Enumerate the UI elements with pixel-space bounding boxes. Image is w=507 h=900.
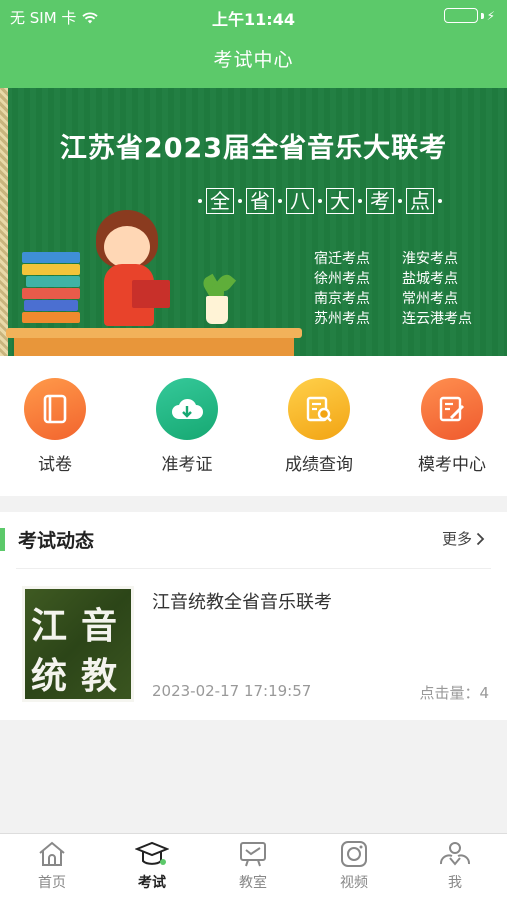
- article-click-count: 点击量：4: [419, 684, 489, 702]
- book-icon: [24, 378, 86, 440]
- banner-subtitle-char: 大: [326, 188, 354, 214]
- tab-label: 我: [448, 875, 462, 891]
- desk-illustration: [6, 328, 302, 338]
- banner-subtitle-char: 点: [406, 188, 434, 214]
- article-date: 2023-02-17 17:19:57: [152, 682, 312, 700]
- banner-subtitle-char: 省: [246, 188, 274, 214]
- tab-me[interactable]: 我: [415, 840, 495, 892]
- tab-classroom[interactable]: 教室: [213, 840, 293, 892]
- home-icon: [39, 841, 65, 866]
- more-link[interactable]: 更多: [442, 528, 485, 549]
- exam-site: 常州考点: [402, 291, 458, 307]
- section-accent-bar: [0, 528, 5, 551]
- exam-site: 连云港考点: [402, 311, 472, 327]
- quick-actions: 试卷 准考证 成绩查询 模考中心: [0, 356, 507, 496]
- exam-site: 徐州考点: [314, 271, 370, 287]
- tab-label: 首页: [38, 875, 66, 891]
- exam-site: 苏州考点: [314, 311, 370, 327]
- profile-icon: [440, 842, 470, 866]
- banner-subtitle: 全 省 八 大 考 点: [198, 188, 442, 214]
- tab-exam[interactable]: 考试: [112, 840, 192, 892]
- quick-action-label: 成绩查询: [285, 455, 353, 475]
- edit-document-icon: [421, 378, 483, 440]
- banner-subtitle-char: 全: [206, 188, 234, 214]
- battery-icon: ⚡: [443, 8, 495, 23]
- tab-video[interactable]: 视频: [314, 840, 394, 892]
- header: 无 SIM 卡 上午11:44 ⚡ 考试中心: [0, 0, 507, 88]
- quick-action-score-query[interactable]: 成绩查询: [264, 378, 374, 475]
- more-label: 更多: [441, 530, 472, 548]
- tab-home[interactable]: 首页: [12, 840, 92, 892]
- clock: 上午11:44: [212, 10, 295, 29]
- page-title: 考试中心: [213, 49, 294, 71]
- tab-label: 考试: [138, 875, 166, 891]
- classroom-icon: [240, 842, 266, 867]
- quick-action-admission-ticket[interactable]: 准考证: [132, 378, 242, 475]
- exam-site: 盐城考点: [402, 271, 458, 287]
- video-icon: [341, 841, 367, 867]
- banner-subtitle-char: 八: [286, 188, 314, 214]
- quick-action-label: 模考中心: [418, 455, 486, 475]
- search-document-icon: [288, 378, 350, 440]
- quick-action-label: 准考证: [161, 455, 213, 475]
- exam-site: 宿迁考点: [314, 251, 370, 267]
- tab-label: 视频: [340, 875, 368, 891]
- chevron-right-icon: [476, 532, 485, 545]
- thumbnail-char: 音: [81, 605, 118, 647]
- article-thumbnail: 江 音 统 教: [22, 586, 134, 702]
- exam-news-section: 考试动态 更多 江 音 统 教 江音统教全省音乐联考 2023-02-17 17…: [0, 512, 507, 720]
- status-bar: 无 SIM 卡 上午11:44 ⚡: [0, 0, 507, 32]
- exam-sites: 宿迁考点 淮安考点 徐州考点 盐城考点 南京考点 常州考点 苏州考点 连云港考点: [314, 250, 492, 328]
- divider: [16, 568, 491, 569]
- banner-subtitle-char: 考: [366, 188, 394, 214]
- bottom-tab-bar: 首页 考试 教室 视频 我: [0, 833, 507, 900]
- quick-action-mock-exam[interactable]: 模考中心: [397, 378, 507, 475]
- graduation-cap-icon: [135, 841, 169, 865]
- exam-site: 南京考点: [314, 291, 370, 307]
- banner-title: 江苏省2023届全省音乐大联考: [59, 133, 448, 164]
- thumbnail-char: 统: [31, 655, 68, 697]
- thumbnail-char: 教: [81, 655, 118, 697]
- section-header: 考试动态 更多: [0, 512, 507, 568]
- promo-banner[interactable]: 江苏省2023届全省音乐大联考 全 省 八 大 考 点 宿迁考点 淮安考点 徐州…: [0, 88, 507, 356]
- article-title: 江音统教全省音乐联考: [152, 592, 332, 613]
- cloud-download-icon: [156, 378, 218, 440]
- news-article[interactable]: 江 音 统 教 江音统教全省音乐联考 2023-02-17 17:19:57 点…: [0, 582, 507, 712]
- thumbnail-char: 江: [31, 605, 68, 647]
- quick-action-label: 试卷: [38, 455, 72, 475]
- tab-label: 教室: [239, 875, 267, 891]
- exam-site: 淮安考点: [402, 251, 458, 267]
- quick-action-papers[interactable]: 试卷: [0, 378, 110, 475]
- section-title: 考试动态: [18, 530, 95, 552]
